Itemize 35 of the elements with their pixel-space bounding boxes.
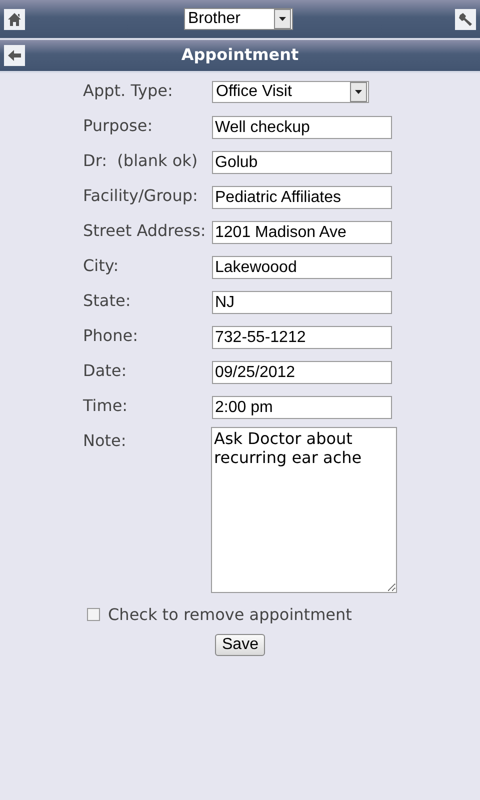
appointment-type-select[interactable]: Office Visit (212, 81, 369, 103)
settings-button[interactable] (455, 8, 476, 30)
field-label: Phone: (83, 325, 139, 347)
field-label: City: (83, 255, 120, 277)
input-field[interactable]: Golub (212, 151, 392, 174)
field-label: Street Address: (83, 220, 207, 242)
checkbox-label: Check to remove appointment (108, 605, 352, 624)
field-label: Facility/Group: (83, 185, 199, 207)
save-button[interactable]: Save (215, 634, 266, 656)
field-label: State: (83, 290, 132, 312)
checkbox[interactable] (87, 608, 100, 621)
person-select[interactable]: Brother (184, 8, 293, 30)
input-field[interactable]: NJ (212, 291, 392, 314)
field-label: Note: (83, 430, 128, 452)
input-field[interactable]: Well checkup (212, 116, 392, 139)
input-field[interactable]: 732-55-1212 (212, 326, 392, 349)
field-label: Time: (83, 395, 129, 417)
caret-icon (274, 9, 291, 29)
back-arrow-icon (7, 49, 22, 62)
home-button[interactable] (4, 8, 25, 30)
input-field[interactable]: Pediatric Affiliates (212, 186, 392, 209)
caret-icon (350, 82, 367, 102)
input-field[interactable]: 1201 Madison Ave (212, 221, 392, 244)
home-icon (7, 12, 22, 26)
field-label: Purpose: (83, 115, 154, 137)
field-label: Date: (83, 360, 128, 382)
input-field[interactable]: 2:00 pm (212, 396, 392, 419)
page-title: Appointment (181, 45, 299, 64)
note-field[interactable]: Ask Doctor about recurring ear ache (211, 427, 397, 593)
wrench-icon (458, 12, 473, 26)
field-label: Dr: (blank ok) (83, 150, 199, 172)
back-button[interactable] (4, 45, 25, 66)
input-field[interactable]: Lakewoood (212, 256, 392, 279)
input-field[interactable]: 09/25/2012 (212, 361, 392, 384)
field-label: Appt. Type: (83, 80, 174, 102)
